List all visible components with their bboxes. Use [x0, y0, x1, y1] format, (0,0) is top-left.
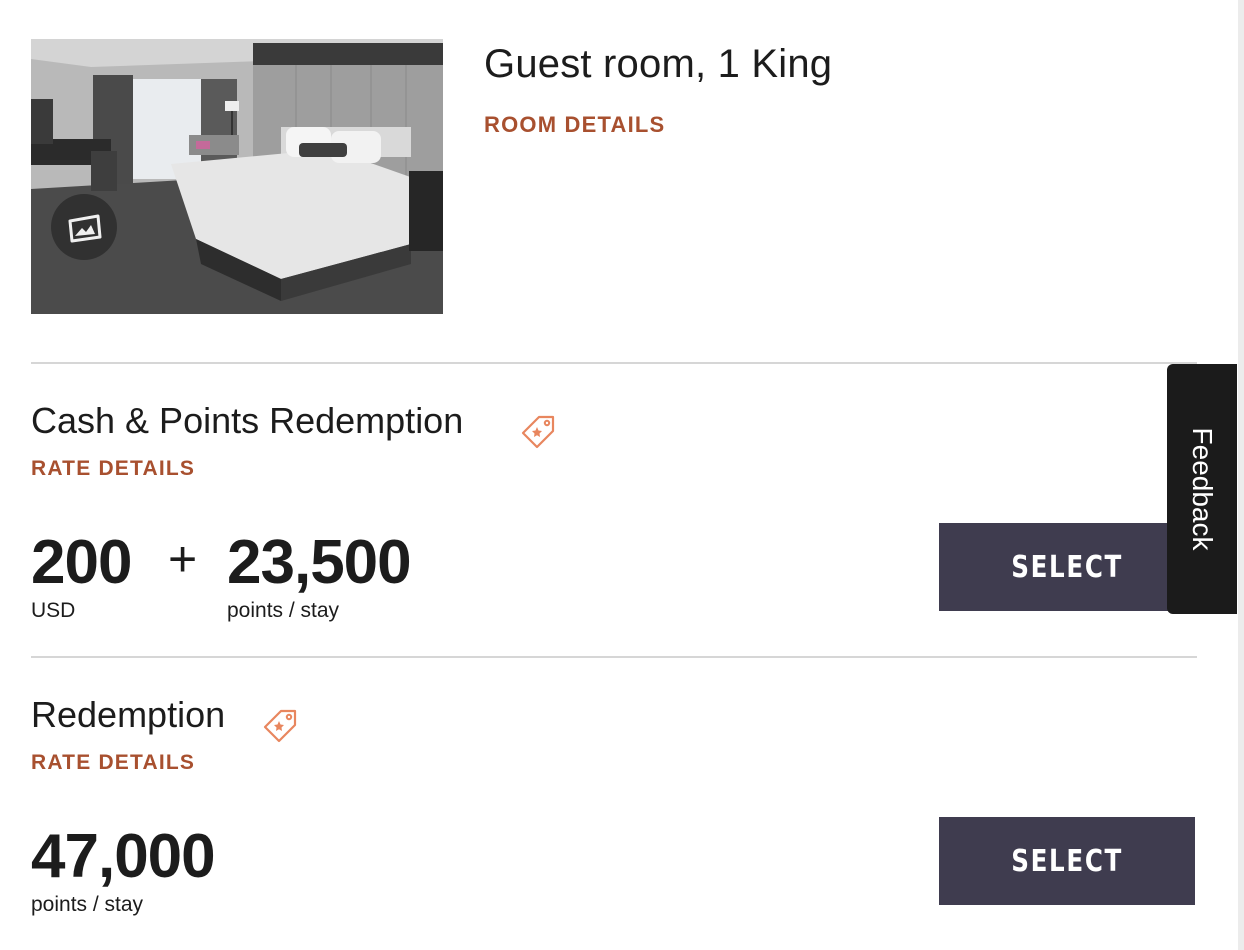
photo-gallery-icon — [68, 214, 102, 243]
points-tag-icon — [263, 709, 297, 743]
room-photo-image — [31, 39, 443, 314]
feedback-tab[interactable]: Feedback — [1167, 364, 1237, 614]
rate-details-link-redemption[interactable]: RATE DETAILS — [31, 751, 195, 775]
points-unit-label-redemption: points / stay — [31, 893, 144, 916]
rate-title-cash-points: Cash & Points Redemption — [31, 400, 464, 441]
points-tag-icon — [521, 415, 555, 449]
plus-sign: + — [168, 531, 198, 587]
rate-details-link-cash-points[interactable]: RATE DETAILS — [31, 457, 195, 481]
room-details-link[interactable]: ROOM DETAILS — [484, 112, 665, 138]
room-photo[interactable] — [31, 39, 443, 314]
select-button-redemption[interactable]: SELECT — [939, 817, 1195, 905]
photo-gallery-button[interactable] — [51, 194, 117, 260]
room-title: Guest room, 1 King — [484, 42, 833, 86]
cash-amount: 200 — [31, 528, 132, 597]
feedback-label: Feedback — [1187, 427, 1218, 551]
cash-unit-label: USD — [31, 599, 76, 622]
divider — [31, 362, 1197, 364]
select-button-cash-points[interactable]: SELECT — [939, 523, 1195, 611]
select-button-label: SELECT — [1011, 549, 1123, 585]
scrollbar-track[interactable] — [1238, 0, 1244, 950]
divider — [31, 656, 1197, 658]
select-button-label: SELECT — [1011, 843, 1123, 879]
points-amount-cash-points: 23,500 — [227, 528, 412, 597]
points-amount-redemption: 47,000 — [31, 822, 216, 891]
rate-title-redemption: Redemption — [31, 694, 226, 735]
points-unit-label-cash-points: points / stay — [227, 599, 340, 622]
